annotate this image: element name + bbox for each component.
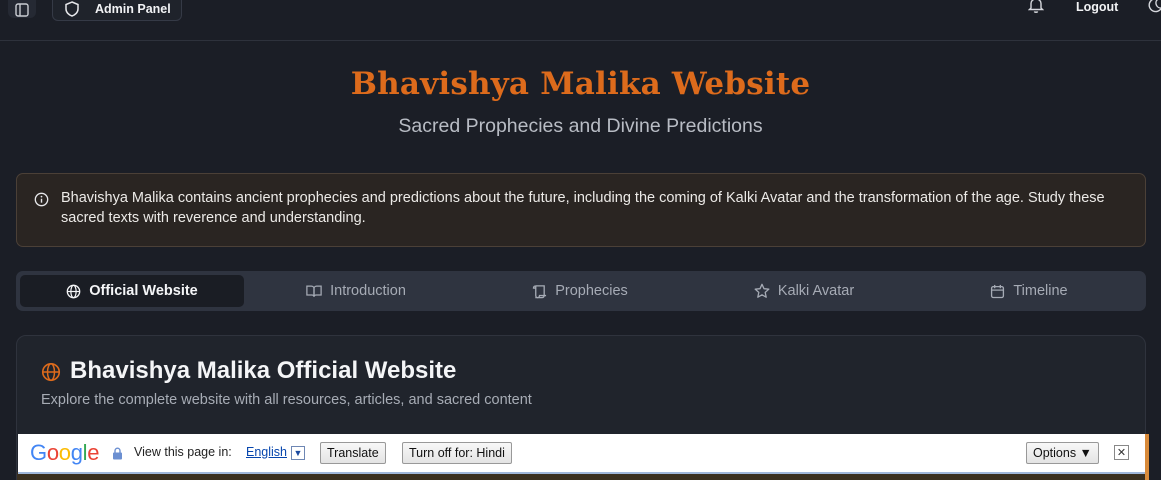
options-button[interactable]: Options ▼: [1026, 442, 1099, 464]
calendar-icon: [991, 284, 1005, 298]
tab-label: Timeline: [1013, 283, 1068, 299]
card-title: Bhavishya Malika Official Website: [70, 357, 457, 384]
turn-off-hindi-button[interactable]: Turn off for: Hindi: [402, 442, 512, 464]
logout-button[interactable]: Logout: [1076, 0, 1118, 14]
translate-button[interactable]: Translate: [320, 442, 386, 464]
google-logo: Google: [30, 440, 100, 465]
admin-panel-button[interactable]: Admin Panel: [52, 0, 182, 21]
tab-introduction[interactable]: Introduction: [244, 275, 468, 307]
book-icon: [306, 285, 322, 297]
scroll-icon: [533, 284, 547, 298]
tab-kalki-avatar[interactable]: Kalki Avatar: [692, 275, 916, 307]
moon-icon[interactable]: [1148, 0, 1161, 13]
translate-prompt: View this page in:: [134, 445, 232, 459]
alert-text: Bhavishya Malika contains ancient prophe…: [61, 190, 1105, 226]
tab-label: Kalki Avatar: [777, 283, 855, 299]
sidebar-icon: [15, 3, 29, 17]
admin-panel-label: Admin Panel: [95, 2, 171, 16]
info-alert: Bhavishya Malika contains ancient prophe…: [16, 173, 1146, 247]
lock-icon: [113, 447, 122, 460]
tab-prophecies[interactable]: Prophecies: [468, 275, 692, 307]
tab-official-website[interactable]: Official Website: [20, 275, 244, 307]
google-translate-bar: Google View this page in: English ▼ Tran…: [18, 434, 1145, 474]
shield-icon: [65, 1, 79, 17]
tab-label: Official Website: [89, 283, 198, 299]
scroll-edge: [1145, 434, 1149, 480]
tab-label: Introduction: [330, 283, 406, 299]
chevron-down-icon: ▼: [293, 448, 303, 458]
star-icon: [754, 283, 770, 298]
card-description: Explore the complete website with all re…: [41, 392, 532, 408]
sidebar-toggle-button[interactable]: [8, 0, 36, 18]
globe-icon: [41, 362, 61, 382]
top-bar: Admin Panel Logout: [0, 0, 1161, 41]
page-title: Bhavishya Malika Website: [350, 66, 811, 102]
globe-icon: [66, 284, 81, 298]
bell-icon[interactable]: [1028, 0, 1044, 14]
tab-timeline[interactable]: Timeline: [916, 275, 1142, 307]
tab-label: Prophecies: [555, 283, 628, 299]
language-select[interactable]: English: [246, 445, 287, 459]
close-icon[interactable]: ✕: [1114, 445, 1129, 460]
info-icon: [34, 192, 49, 207]
page-subtitle: Sacred Prophecies and Divine Predictions: [398, 115, 763, 137]
tab-list: Official Website Introduction Prophecies…: [16, 271, 1146, 311]
language-dropdown-button[interactable]: ▼: [291, 446, 305, 460]
